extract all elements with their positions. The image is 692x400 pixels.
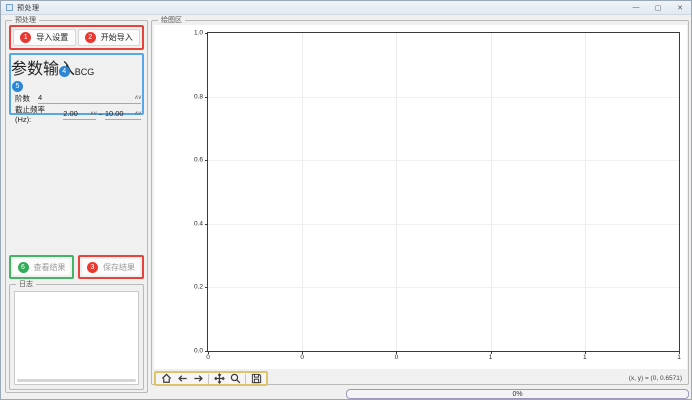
cutoff-high-spinbox[interactable]: 10.00 ∧∨ [105,108,141,120]
x-tick-label: 1 [583,354,587,361]
order-spinbox[interactable]: 4 ∧∨ [38,92,141,104]
plot-panel-label: 绘图区 [158,16,185,25]
y-gridline [208,97,679,98]
cursor-coords-readout: (x, y) = (0, 0.6571) [629,375,682,382]
cutoff-tilde: ~ [98,110,102,119]
import-buttons-highlight: 1 导入设置 2 开始导入 [9,25,144,50]
title-bar: 预处理 — ▢ ✕ [1,1,691,15]
y-tick-mark [205,160,208,161]
toolbar-separator [245,374,246,384]
y-tick-label: 0.6 [194,157,203,164]
badge-1: 1 [20,32,31,43]
badge-5: 5 [12,81,23,92]
order-label: 阶数 [15,93,30,104]
x-gridline [396,33,397,351]
log-textarea[interactable] [14,291,139,385]
y-tick-label: 0.4 [194,220,203,227]
x-gridline [491,33,492,351]
start-import-label: 开始导入 [101,32,133,43]
view-results-button[interactable]: 6 查看结果 [13,259,70,275]
log-group-label: 日志 [16,280,36,289]
spinner-arrows-icon[interactable]: ∧∨ [134,94,141,101]
zoom-icon[interactable] [229,373,241,385]
axes: 0001111.00.80.60.40.20.0 [207,32,680,352]
y-gridline [208,224,679,225]
view-results-highlight: 6 查看结果 [9,255,74,279]
save-icon[interactable] [250,373,262,385]
cutoff-label: 截止频率(Hz): [15,104,60,124]
minimize-button[interactable]: — [625,1,647,14]
plot-panel: 绘图区 0001111.00.80.60.40.20.0 (x, y) = (0… [151,20,689,385]
y-tick-mark [205,224,208,225]
plot-nav-toolbar [154,371,268,386]
y-tick-label: 0.8 [194,93,203,100]
badge-4: 4 [59,66,70,77]
cutoff-low-spinbox[interactable]: 2.00 ∧∨ [63,108,96,120]
y-tick-mark [205,351,208,352]
spinner-arrows-icon[interactable]: ∧∨ [90,110,97,117]
y-tick-label: 0.2 [194,284,203,291]
import-settings-label: 导入设置 [36,32,68,43]
app-icon [6,4,13,11]
order-row: 阶数 4 ∧∨ [15,92,141,104]
figure-canvas[interactable]: 0 0 0 1 1 1 1.0 0.8 0.6 0.4 0.2 0.0 [154,25,687,369]
forward-icon[interactable] [192,373,204,385]
x-gridline [585,33,586,351]
home-icon[interactable] [160,373,172,385]
progress-label: 0% [512,391,522,398]
y-tick-label: 0.0 [194,348,203,355]
cutoff-row: 截止频率(Hz): 2.00 ∧∨ ~ 10.00 ∧∨ [15,104,141,124]
pan-icon[interactable] [213,373,225,385]
cutoff-high-value: 10.00 [105,109,132,118]
y-gridline [208,160,679,161]
view-results-label: 查看结果 [34,262,66,273]
start-import-button[interactable]: 2 开始导入 [78,29,141,46]
badge-2: 2 [85,32,96,43]
preprocess-panel-label: 预处理 [12,16,39,25]
badge-6: 6 [18,262,29,273]
x-tick-label: 1 [489,354,493,361]
y-tick-mark [205,287,208,288]
y-tick-mark [205,33,208,34]
cutoff-low-value: 2.00 [63,109,87,118]
spinner-arrows-icon[interactable]: ∧∨ [134,110,141,117]
import-settings-button[interactable]: 1 导入设置 [13,29,76,46]
progress-bar: 0% [346,389,689,399]
y-tick-label: 1.0 [194,30,203,37]
back-icon[interactable] [176,373,188,385]
save-results-label: 保存结果 [103,262,135,273]
order-value: 4 [38,93,132,102]
toolbar-separator [208,374,209,384]
log-horizontal-scrollbar[interactable] [17,379,136,382]
x-tick-label: 0 [206,354,210,361]
x-tick-label: 0 [300,354,304,361]
signal-type-label: BCG [75,67,95,77]
app-window: { "window": { "title": "预处理", "controls"… [0,0,692,400]
params-group: 参数输入 4 BCG 5 阶数 4 ∧∨ 截止频率(Hz): 2.00 ∧∨ ~… [9,53,144,115]
preprocess-panel: 预处理 1 导入设置 2 开始导入 参数输入 4 BCG 5 阶数 4 ∧∨ [5,20,148,393]
close-button[interactable]: ✕ [669,1,691,14]
y-tick-mark [205,97,208,98]
badge-3: 3 [87,262,98,273]
x-tick-label: 1 [677,354,681,361]
save-results-button[interactable]: 3 保存结果 [82,259,140,275]
save-results-highlight: 3 保存结果 [78,255,144,279]
log-group: 日志 [9,284,144,390]
x-tick-label: 0 [395,354,399,361]
maximize-button[interactable]: ▢ [647,1,669,14]
x-gridline [302,33,303,351]
y-gridline [208,287,679,288]
window-title: 预处理 [17,3,40,13]
